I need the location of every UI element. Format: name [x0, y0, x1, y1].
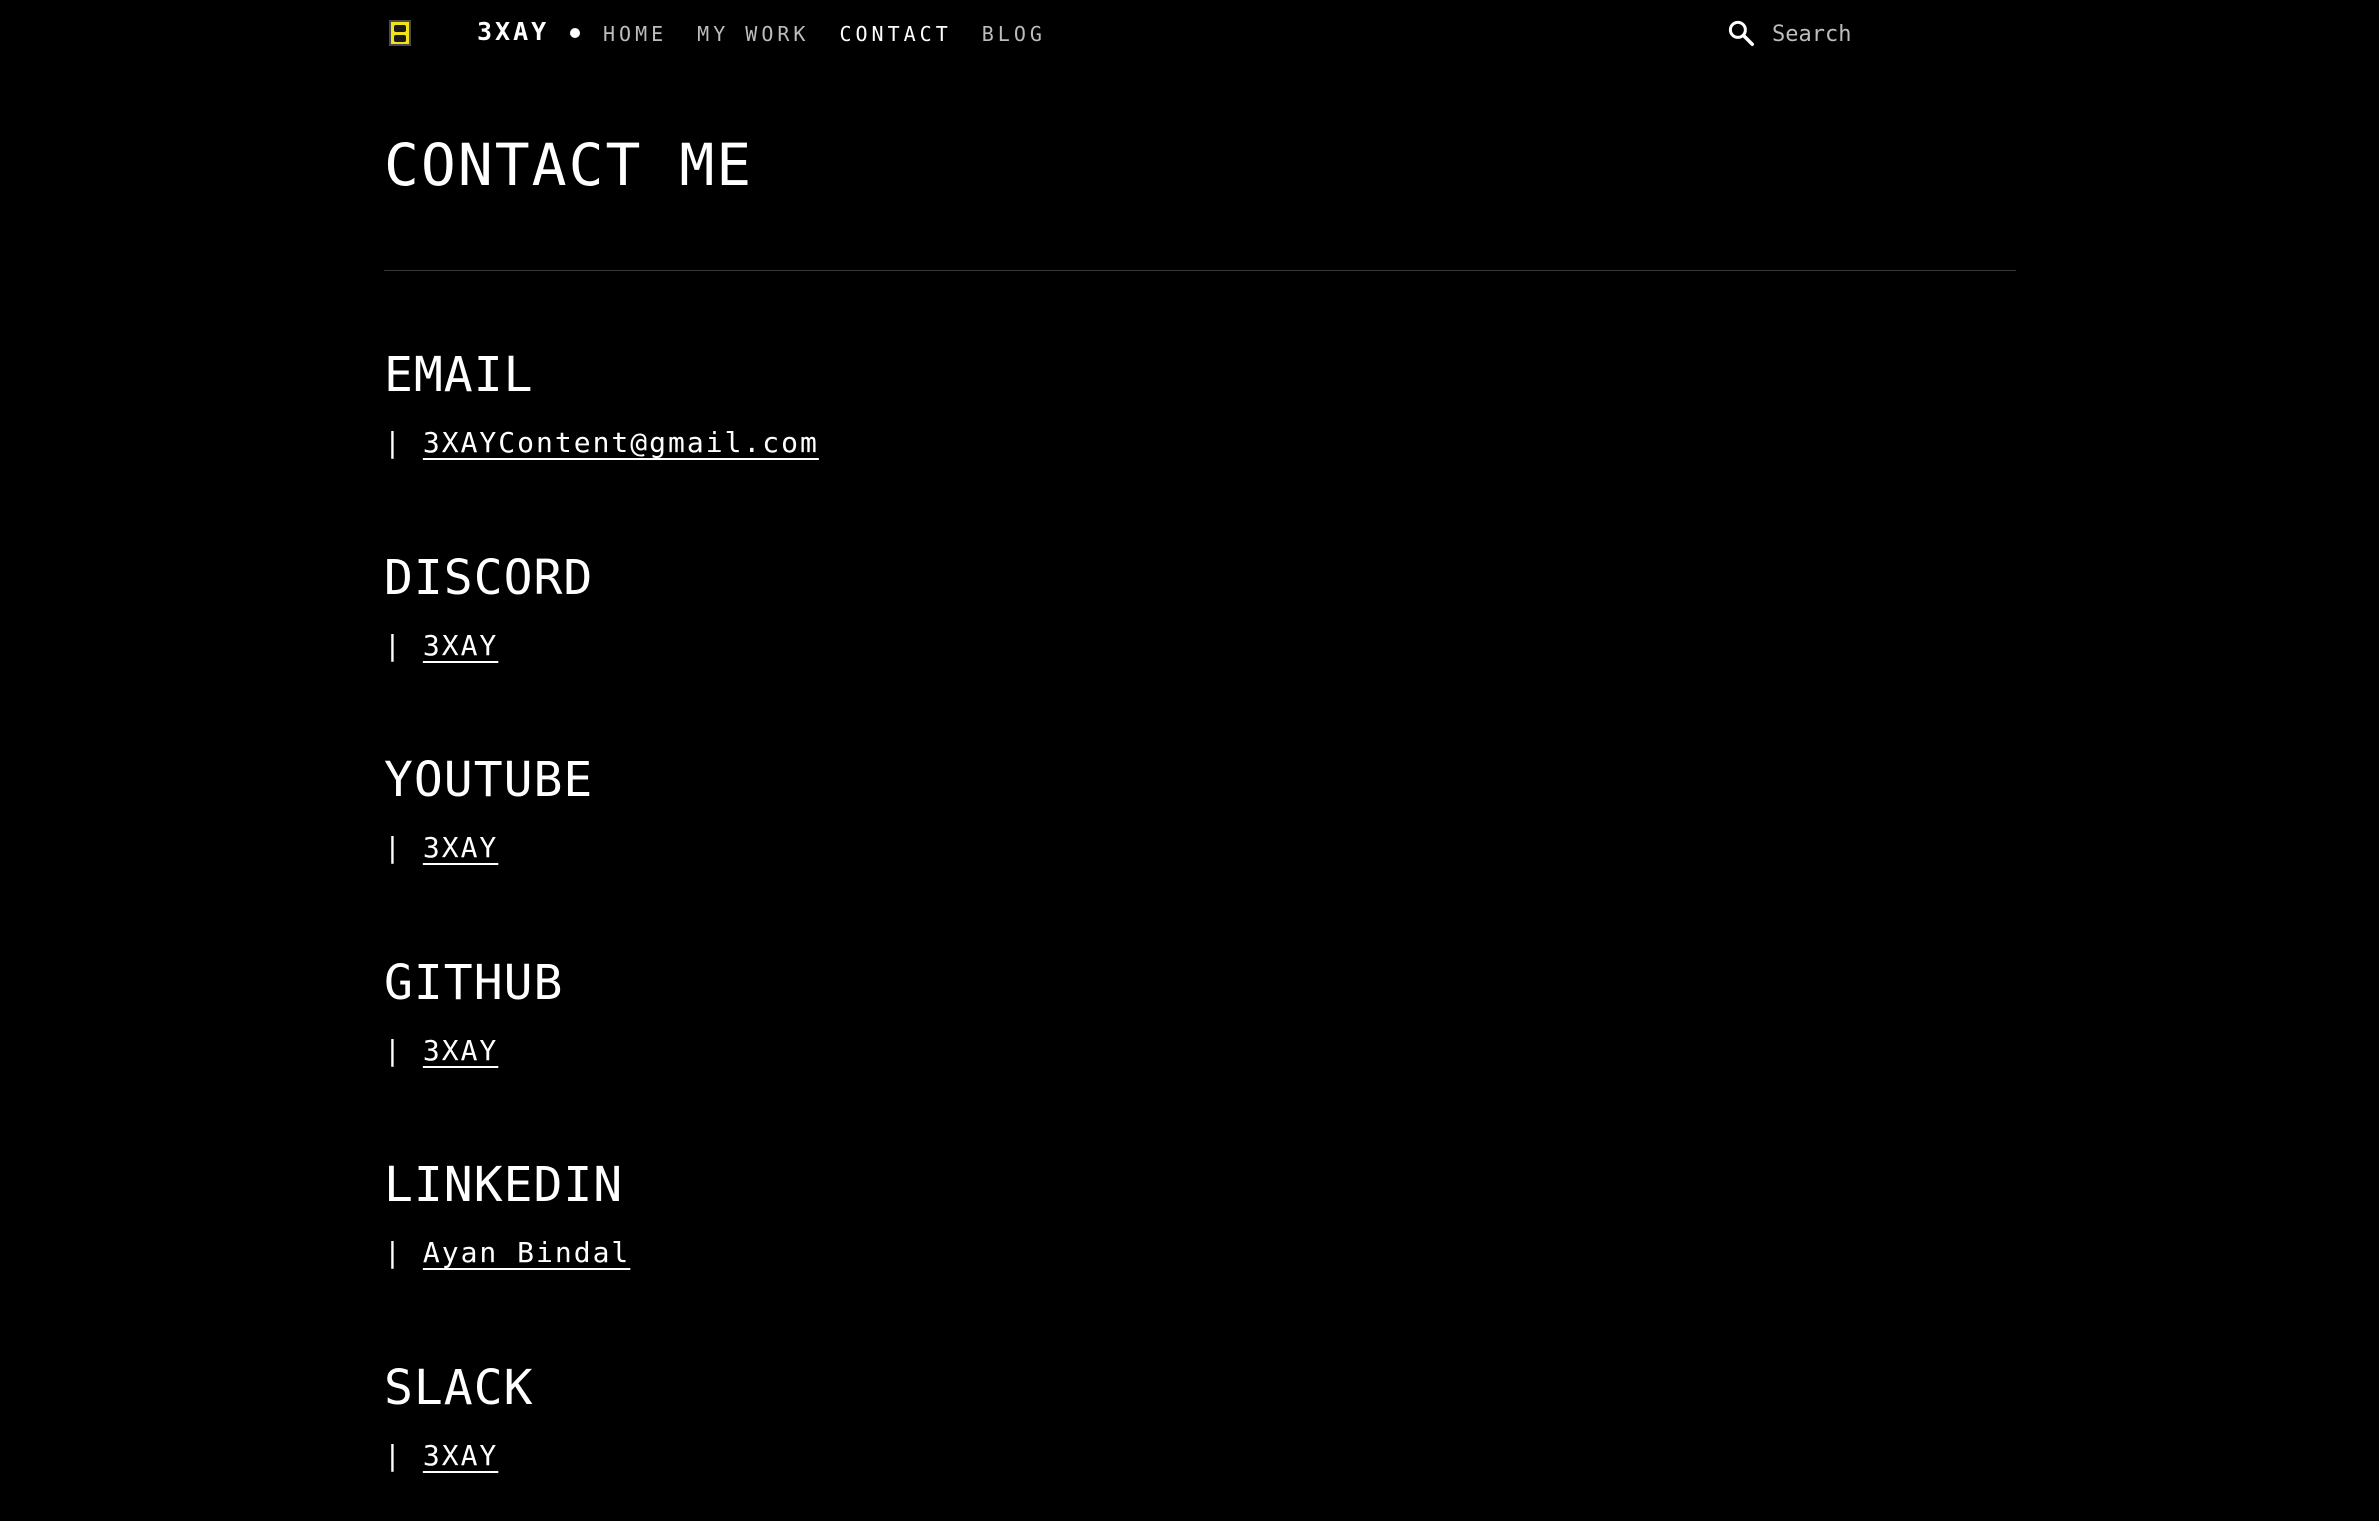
section-discord: DISCORD | 3XAY [384, 548, 593, 666]
discord-link[interactable]: 3XAY [423, 629, 498, 662]
logo-icon[interactable] [389, 20, 411, 46]
nav-my-work[interactable]: MY WORK [697, 18, 809, 50]
separator: | [384, 629, 403, 662]
section-slack: SLACK | 3XAY [384, 1358, 534, 1476]
separator: | [384, 1236, 403, 1269]
separator: | [384, 831, 403, 864]
youtube-link[interactable]: 3XAY [423, 831, 498, 864]
section-heading: DISCORD [384, 550, 594, 606]
page: 3XAY HOME MY WORK CONTACT BLOG CONTACT M… [0, 0, 2379, 1521]
section-email: EMAIL | 3XAYContent@gmail.com [384, 345, 819, 463]
section-linkedin: LINKEDIN | Ayan Bindal [384, 1155, 630, 1273]
section-heading: GITHUB [384, 955, 564, 1011]
section-line: | 3XAY [384, 1436, 534, 1476]
section-heading: LINKEDIN [384, 1157, 624, 1213]
search-icon[interactable] [1726, 18, 1756, 48]
site-header: 3XAY HOME MY WORK CONTACT BLOG [0, 0, 2379, 68]
brand-dot-icon [570, 28, 580, 38]
nav-home[interactable]: HOME [603, 18, 667, 50]
title-divider [384, 270, 2016, 271]
main-content: CONTACT ME [384, 120, 2016, 271]
page-title: CONTACT ME [384, 131, 754, 199]
section-heading: YOUTUBE [384, 752, 594, 808]
main-nav: HOME MY WORK CONTACT BLOG [603, 18, 1076, 50]
section-line: | Ayan Bindal [384, 1233, 630, 1273]
linkedin-link[interactable]: Ayan Bindal [423, 1236, 630, 1269]
separator: | [384, 1439, 403, 1472]
email-link[interactable]: 3XAYContent@gmail.com [423, 426, 819, 459]
section-line: | 3XAYContent@gmail.com [384, 423, 819, 463]
github-link[interactable]: 3XAY [423, 1034, 498, 1067]
brand-name[interactable]: 3XAY [477, 14, 549, 50]
section-github: GITHUB | 3XAY [384, 953, 563, 1071]
section-youtube: YOUTUBE | 3XAY [384, 750, 593, 868]
section-heading: SLACK [384, 1360, 534, 1416]
nav-contact[interactable]: CONTACT [839, 18, 951, 50]
section-line: | 3XAY [384, 626, 593, 666]
separator: | [384, 1034, 403, 1067]
section-line: | 3XAY [384, 828, 593, 868]
search-input[interactable] [1772, 16, 2002, 52]
slack-link[interactable]: 3XAY [423, 1439, 498, 1472]
section-line: | 3XAY [384, 1031, 563, 1071]
section-heading: EMAIL [384, 347, 534, 403]
nav-blog[interactable]: BLOG [982, 18, 1046, 50]
separator: | [384, 426, 403, 459]
search-box [1726, 16, 2016, 52]
